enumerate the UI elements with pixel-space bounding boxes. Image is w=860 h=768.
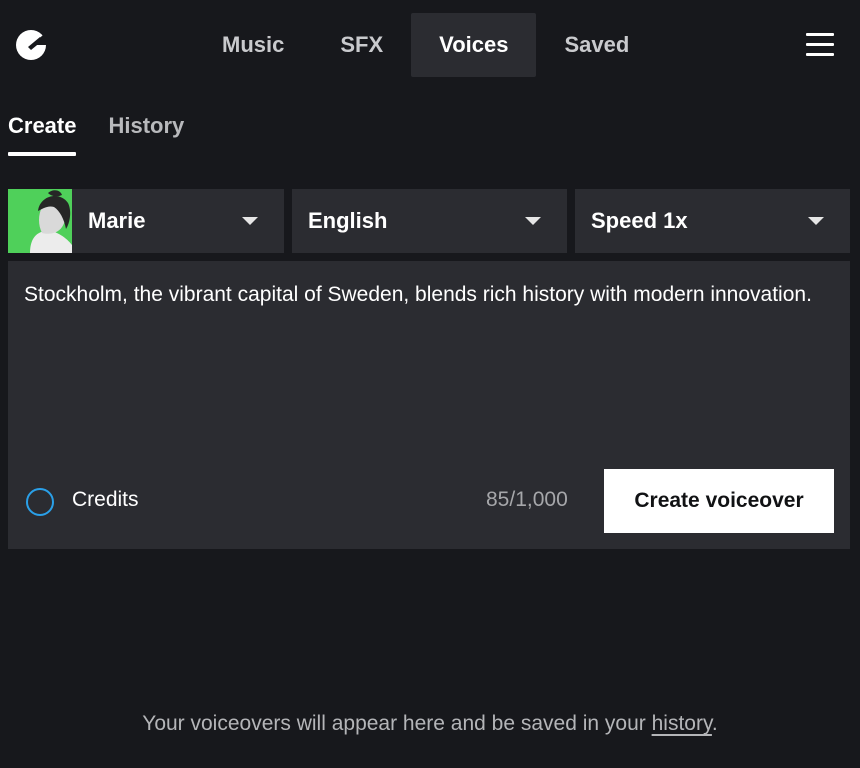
empty-state-message: Your voiceovers will appear here and be … xyxy=(0,712,860,736)
chevron-down-icon xyxy=(525,217,541,225)
nav-music[interactable]: Music xyxy=(194,13,312,77)
voice-select-value: Marie xyxy=(88,208,146,233)
top-bar: Music SFX Voices Saved xyxy=(0,0,860,92)
tab-history[interactable]: History xyxy=(108,108,184,156)
speed-select-value: Speed 1x xyxy=(591,208,688,233)
language-select-value: English xyxy=(308,208,388,233)
speed-select[interactable]: Speed 1x xyxy=(575,189,850,253)
empty-state-period: . xyxy=(711,712,718,735)
script-editor[interactable]: Stockholm, the vibrant capital of Sweden… xyxy=(8,261,850,549)
brand-logo-icon[interactable] xyxy=(14,27,48,63)
history-link[interactable]: history xyxy=(652,712,712,735)
hamburger-menu-icon[interactable] xyxy=(806,33,834,57)
create-voiceover-button[interactable]: Create voiceover xyxy=(604,469,834,533)
sub-tabs: Create History xyxy=(8,108,184,158)
voice-avatar xyxy=(8,189,72,253)
character-count: 85/1,000 xyxy=(486,488,568,511)
script-text[interactable]: Stockholm, the vibrant capital of Sweden… xyxy=(24,279,824,311)
nav-voices[interactable]: Voices xyxy=(411,13,537,77)
chevron-down-icon xyxy=(242,217,258,225)
credits-label: Credits xyxy=(72,488,139,511)
voice-settings: Marie English Speed 1x xyxy=(8,189,850,253)
main-nav: Music SFX Voices Saved xyxy=(194,13,657,77)
voice-select[interactable]: Marie xyxy=(8,189,284,253)
language-select[interactable]: English xyxy=(292,189,567,253)
nav-sfx[interactable]: SFX xyxy=(312,13,411,77)
credits-ring-icon xyxy=(26,488,54,516)
tab-create[interactable]: Create xyxy=(8,108,77,156)
chevron-down-icon xyxy=(808,217,824,225)
nav-saved[interactable]: Saved xyxy=(536,13,657,77)
empty-state-text: Your voiceovers will appear here and be … xyxy=(142,712,652,735)
